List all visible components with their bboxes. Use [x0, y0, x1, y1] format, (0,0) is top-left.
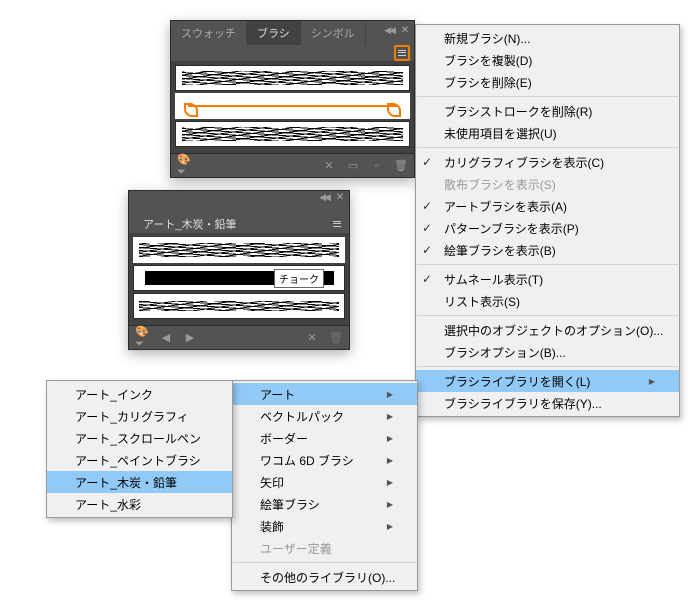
- panel-footer: 🎨⏷ ◀ ▶ ✕ 🗑: [129, 325, 349, 349]
- tab-symbols[interactable]: シンボル: [301, 21, 366, 45]
- art-paintbrush[interactable]: アート_ペイントブラシ: [47, 449, 232, 471]
- menu-save-library[interactable]: ブラシライブラリを保存(Y)...: [416, 392, 679, 414]
- submenu-decorative[interactable]: 装飾: [232, 515, 417, 537]
- submenu-vector[interactable]: ベクトルパック: [232, 405, 417, 427]
- separator: [417, 96, 678, 97]
- separator: [417, 315, 678, 316]
- next-icon[interactable]: ▶: [183, 331, 197, 345]
- art-scroll-pen[interactable]: アート_スクロールペン: [47, 427, 232, 449]
- menu-show-calligraphic[interactable]: カリグラフィブラシを表示(C): [416, 151, 679, 173]
- brush-list: [171, 61, 414, 153]
- menu-thumbnail-view[interactable]: サムネール表示(T): [416, 268, 679, 290]
- art-library-menu: アート_インク アート_カリグラフィ アート_スクロールペン アート_ペイントブ…: [46, 380, 233, 518]
- submenu-art[interactable]: アート: [232, 383, 417, 405]
- panel-header: ◀◀ ✕: [129, 191, 349, 215]
- brush-item[interactable]: [133, 293, 345, 319]
- menu-show-art[interactable]: アートブラシを表示(A): [416, 195, 679, 217]
- brush-item-selected[interactable]: [175, 93, 410, 119]
- menu-remove-stroke[interactable]: ブラシストロークを削除(R): [416, 100, 679, 122]
- close-icon[interactable]: ✕: [333, 190, 347, 204]
- menu-select-unused[interactable]: 未使用項目を選択(U): [416, 122, 679, 144]
- separator: [417, 366, 678, 367]
- collapse-icon[interactable]: ◀◀: [382, 23, 396, 37]
- library-icon[interactable]: 🎨⏷: [135, 331, 149, 345]
- separator: [417, 264, 678, 265]
- brushes-panel: スウォッチ ブラシ シンボル ◀◀ ✕ 🎨⏷ ✕ ▭ ▫ 🗑: [170, 20, 415, 178]
- menu-open-library[interactable]: ブラシライブラリを開く(L): [416, 370, 679, 392]
- separator: [233, 562, 416, 563]
- submenu-user: ユーザー定義: [232, 537, 417, 559]
- menu-show-scatter: 散布ブラシを表示(S): [416, 173, 679, 195]
- panel-footer: 🎨⏷ ✕ ▭ ▫ 🗑: [171, 153, 414, 177]
- tab-brushes[interactable]: ブラシ: [247, 21, 301, 45]
- panel-title: アート_木炭・鉛筆: [133, 216, 329, 232]
- brush-library-panel: ◀◀ ✕ アート_木炭・鉛筆 チョーク 🎨⏷ ◀ ▶ ✕ 🗑: [128, 190, 350, 350]
- remove-stroke-icon[interactable]: ✕: [305, 331, 319, 345]
- menu-duplicate-brush[interactable]: ブラシを複製(D): [416, 49, 679, 71]
- submenu-border[interactable]: ボーダー: [232, 427, 417, 449]
- flyout-menu-button[interactable]: [394, 45, 410, 61]
- art-charcoal-pencil[interactable]: アート_木炭・鉛筆: [47, 471, 232, 493]
- library-icon[interactable]: 🎨⏷: [177, 159, 191, 173]
- submenu-other-library[interactable]: その他のライブラリ(O)...: [232, 566, 417, 588]
- prev-icon[interactable]: ◀: [159, 331, 173, 345]
- art-calligraphy[interactable]: アート_カリグラフィ: [47, 405, 232, 427]
- trash-icon[interactable]: 🗑: [394, 159, 408, 173]
- tooltip: チョーク: [274, 269, 324, 288]
- brush-item[interactable]: [133, 237, 345, 263]
- flyout-menu: 新規ブラシ(N)... ブラシを複製(D) ブラシを削除(E) ブラシストローク…: [415, 24, 680, 417]
- new-icon[interactable]: ▫: [370, 159, 384, 173]
- menu-new-brush[interactable]: 新規ブラシ(N)...: [416, 27, 679, 49]
- tab-swatches[interactable]: スウォッチ: [171, 21, 247, 45]
- collapse-icon[interactable]: ◀◀: [317, 190, 331, 204]
- menu-brush-options[interactable]: ブラシオプション(B)...: [416, 341, 679, 363]
- panel-header: スウォッチ ブラシ シンボル ◀◀ ✕: [171, 21, 414, 45]
- brush-item[interactable]: [175, 65, 410, 91]
- menu-selected-options[interactable]: 選択中のオブジェクトのオプション(O)...: [416, 319, 679, 341]
- library-category-menu: アート ベクトルパック ボーダー ワコム 6D ブラシ 矢印 絵筆ブラシ 装飾 …: [231, 380, 418, 591]
- brush-list: チョーク: [129, 233, 349, 325]
- brush-item[interactable]: [175, 121, 410, 147]
- menu-show-pattern[interactable]: パターンブラシを表示(P): [416, 217, 679, 239]
- submenu-bristle[interactable]: 絵筆ブラシ: [232, 493, 417, 515]
- close-icon[interactable]: ✕: [398, 23, 412, 37]
- menu-show-bristle[interactable]: 絵筆ブラシを表示(B): [416, 239, 679, 261]
- brush-item[interactable]: チョーク: [133, 265, 345, 291]
- submenu-wacom[interactable]: ワコム 6D ブラシ: [232, 449, 417, 471]
- trash-icon[interactable]: 🗑: [329, 331, 343, 345]
- menu-list-view[interactable]: リスト表示(S): [416, 290, 679, 312]
- flyout-menu-button[interactable]: [329, 217, 345, 231]
- separator: [417, 147, 678, 148]
- art-watercolor[interactable]: アート_水彩: [47, 493, 232, 515]
- art-ink[interactable]: アート_インク: [47, 383, 232, 405]
- submenu-arrow[interactable]: 矢印: [232, 471, 417, 493]
- options-icon[interactable]: ▭: [346, 159, 360, 173]
- menu-delete-brush[interactable]: ブラシを削除(E): [416, 71, 679, 93]
- remove-stroke-icon[interactable]: ✕: [322, 159, 336, 173]
